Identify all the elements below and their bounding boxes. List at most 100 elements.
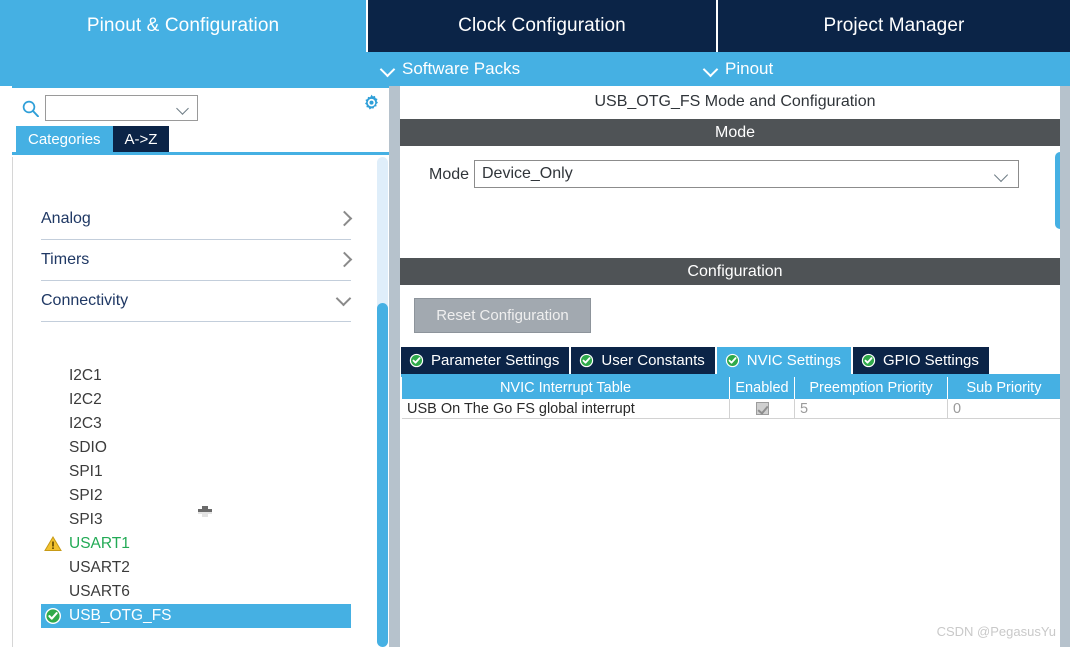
configuration-tab-bar: Parameter Settings User Constants NVIC S…: [401, 347, 991, 374]
peripheral-label: SPI3: [69, 511, 103, 528]
cell-enabled[interactable]: [730, 399, 795, 419]
peripheral-label: SPI1: [69, 463, 103, 480]
peripheral-label: USART6: [69, 583, 130, 600]
chevron-down-icon: [177, 104, 189, 112]
tab-user-constants[interactable]: User Constants: [571, 347, 717, 374]
chevron-right-icon: [337, 252, 351, 266]
search-icon: [22, 100, 39, 117]
chevron-down-icon: [704, 62, 718, 76]
peripheral-list: I2C1 I2C2 I2C3 SDIO SPI1 SPI2 SPI3 USART…: [41, 364, 379, 628]
peripheral-label: I2C3: [69, 415, 102, 432]
reset-configuration-label: Reset Configuration: [436, 307, 569, 324]
mode-section-header: Mode: [400, 119, 1070, 146]
sidebar-scrollbar-thumb[interactable]: [377, 303, 388, 647]
category-timers[interactable]: Timers: [41, 240, 351, 281]
mode-field-label: Mode: [429, 166, 470, 183]
cell-interrupt-name: USB On The Go FS global interrupt: [402, 399, 730, 419]
category-connectivity-label: Connectivity: [41, 292, 129, 309]
peripheral-item-spi3[interactable]: SPI3: [41, 508, 379, 532]
tab-project-manager[interactable]: Project Manager: [718, 0, 1070, 52]
tab-parameter-settings-label: Parameter Settings: [431, 352, 560, 369]
tab-gpio-settings[interactable]: GPIO Settings: [853, 347, 991, 374]
peripheral-item-usb-otg-fs[interactable]: USB_OTG_FS: [41, 604, 351, 628]
category-list: Analog Timers Connectivity I2C1 I2C2 I2C…: [12, 157, 389, 647]
peripheral-item-spi2[interactable]: SPI2: [41, 484, 379, 508]
peripheral-label: I2C1: [69, 367, 102, 384]
peripheral-label: USART2: [69, 559, 130, 576]
check-circle-icon: [725, 353, 740, 368]
menu-software-packs[interactable]: Software Packs: [381, 52, 520, 86]
peripheral-sidebar: Categories A->Z Analog Timers Connectivi…: [0, 86, 389, 647]
tab-a-to-z[interactable]: A->Z: [112, 126, 170, 152]
panel-splitter[interactable]: [389, 86, 400, 647]
peripheral-item-i2c2[interactable]: I2C2: [41, 388, 379, 412]
mode-section-body: Mode Device_Only Activate_SOF Activate_V…: [400, 146, 1070, 258]
mode-select-value: Device_Only: [482, 165, 573, 182]
menu-pinout[interactable]: Pinout: [704, 52, 773, 86]
nvic-table: NVIC Interrupt Table Enabled Preemption …: [402, 377, 1060, 420]
tab-pinout-configuration-label: Pinout & Configuration: [86, 15, 280, 36]
panel-title: USB_OTG_FS Mode and Configuration: [400, 86, 1070, 118]
tab-parameter-settings[interactable]: Parameter Settings: [401, 347, 572, 374]
peripheral-item-i2c1[interactable]: I2C1: [41, 364, 379, 388]
sidebar-search-row: [0, 88, 389, 126]
peripheral-label: I2C2: [69, 391, 102, 408]
peripheral-item-sdio[interactable]: SDIO: [41, 436, 379, 460]
search-input[interactable]: [45, 95, 198, 121]
tab-a-to-z-label: A->Z: [124, 130, 158, 148]
cell-sub-priority[interactable]: 0: [948, 399, 1060, 419]
peripheral-item-i2c3[interactable]: I2C3: [41, 412, 379, 436]
tab-pinout-configuration[interactable]: Pinout & Configuration: [0, 0, 368, 52]
mode-section-header-label: Mode: [714, 123, 756, 141]
check-circle-icon: [861, 353, 876, 368]
category-connectivity[interactable]: Connectivity: [41, 281, 351, 322]
tab-categories-label: Categories: [28, 130, 101, 148]
menu-software-packs-label: Software Packs: [402, 59, 521, 78]
peripheral-item-usart2[interactable]: USART2: [41, 556, 379, 580]
tab-clock-configuration[interactable]: Clock Configuration: [368, 0, 718, 52]
watermark: CSDN @PegasusYu: [936, 624, 1056, 639]
nvic-table-header: NVIC Interrupt Table Enabled Preemption …: [402, 377, 1060, 399]
peripheral-item-spi1[interactable]: SPI1: [41, 460, 379, 484]
chevron-down-icon: [381, 62, 395, 76]
warning-icon: [44, 535, 62, 553]
column-header-enabled: Enabled: [730, 377, 795, 399]
reset-configuration-button[interactable]: Reset Configuration: [414, 298, 591, 333]
configuration-section-body: Reset Configuration Parameter Settings U…: [400, 285, 1070, 647]
peripheral-label: SPI2: [69, 487, 103, 504]
configuration-panel: USB_OTG_FS Mode and Configuration Mode M…: [400, 86, 1070, 647]
chevron-right-icon: [337, 211, 351, 225]
chevron-down-icon: [995, 170, 1008, 179]
tab-project-manager-label: Project Manager: [823, 15, 965, 36]
check-circle-icon: [579, 353, 594, 368]
right-edge-border: [1060, 86, 1070, 647]
category-timers-label: Timers: [41, 251, 90, 268]
panel-title-label: USB_OTG_FS Mode and Configuration: [594, 93, 876, 110]
column-header-subpriority: Sub Priority: [966, 380, 1042, 396]
check-circle-icon: [409, 353, 424, 368]
chevron-down-icon: [337, 293, 351, 307]
mode-select[interactable]: Device_Only: [474, 160, 1019, 188]
table-row[interactable]: USB On The Go FS global interrupt 5 0: [402, 399, 1060, 420]
tab-nvic-settings[interactable]: NVIC Settings: [716, 347, 853, 374]
peripheral-label: USART1: [69, 535, 130, 552]
tab-user-constants-label: User Constants: [601, 352, 705, 369]
peripheral-label: USB_OTG_FS: [69, 607, 172, 624]
category-analog[interactable]: Analog: [41, 199, 351, 240]
gear-icon[interactable]: [361, 93, 382, 114]
menu-pinout-label: Pinout: [725, 59, 774, 78]
column-header-interrupt: NVIC Interrupt Table: [402, 377, 730, 399]
peripheral-item-usart1[interactable]: USART1: [41, 532, 379, 556]
configuration-section-header-label: Configuration: [687, 262, 783, 280]
tab-categories[interactable]: Categories: [16, 126, 113, 152]
tab-clock-configuration-label: Clock Configuration: [458, 15, 626, 36]
configuration-section-header: Configuration: [400, 258, 1070, 285]
cell-preemption-priority[interactable]: 5: [795, 399, 948, 419]
stm32cubemx-window: Pinout & Configuration Clock Configurati…: [0, 0, 1070, 647]
sub-menu-bar: Software Packs Pinout: [0, 52, 1070, 86]
peripheral-label: SDIO: [69, 439, 107, 456]
peripheral-item-usart6[interactable]: USART6: [41, 580, 379, 604]
main-tab-bar: Pinout & Configuration Clock Configurati…: [0, 0, 1070, 52]
checkbox-enabled[interactable]: [755, 402, 769, 415]
tab-gpio-settings-label: GPIO Settings: [883, 352, 979, 369]
